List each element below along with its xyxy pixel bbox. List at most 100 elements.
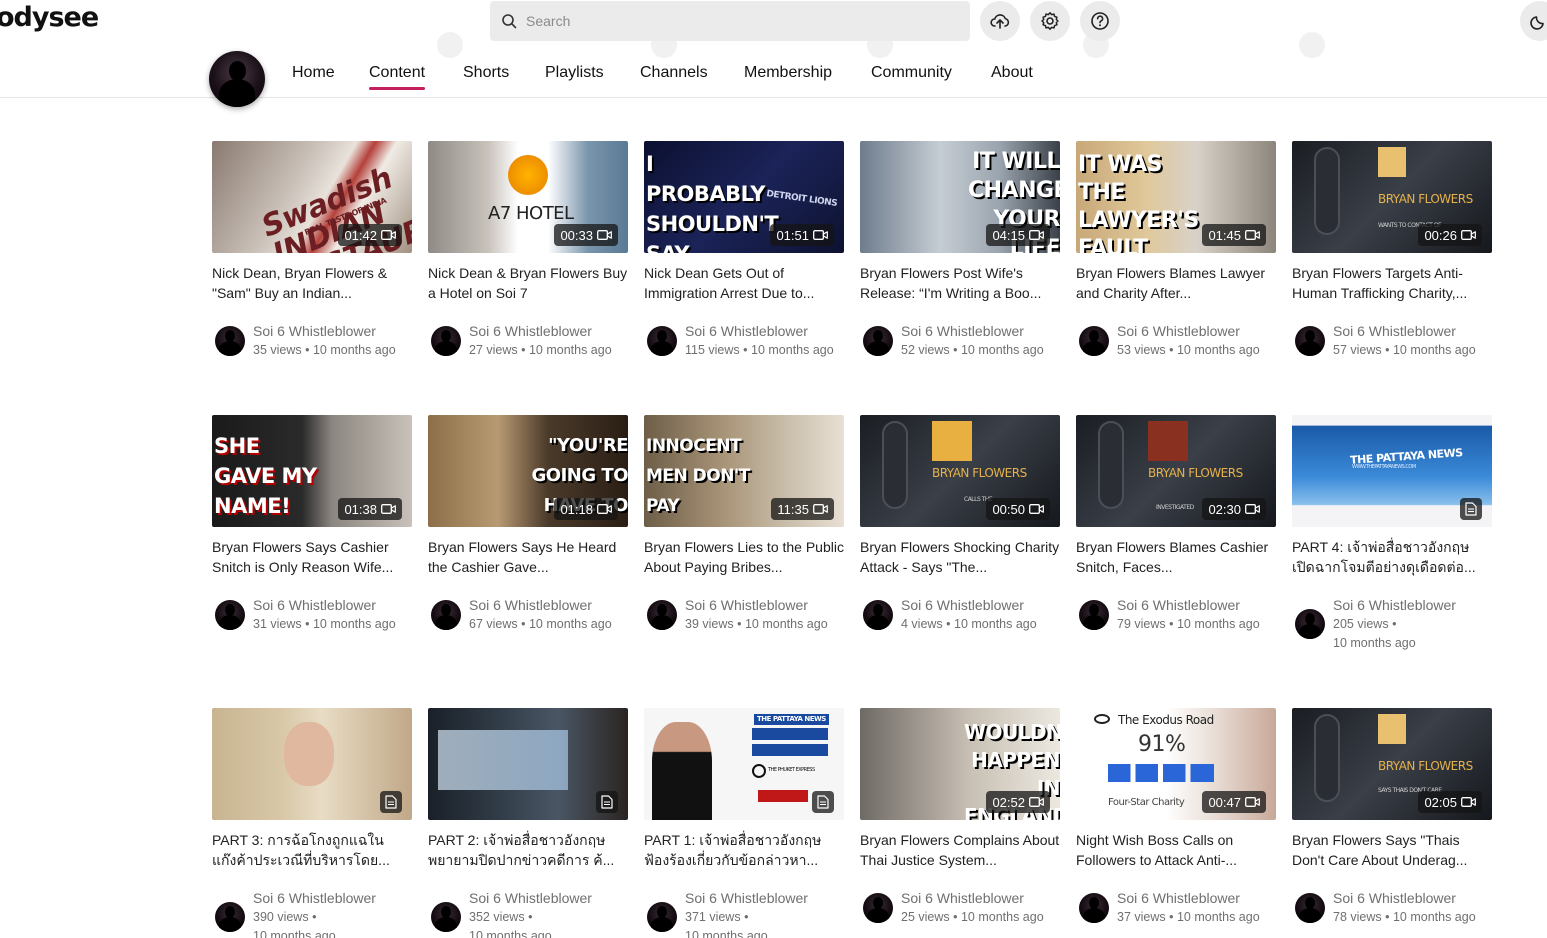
post-thumbnail[interactable] (428, 708, 628, 820)
channel-avatar-small[interactable] (1079, 600, 1109, 630)
video-thumbnail[interactable]: IT WILL CHANGE YOUR LIFE 04:15 (860, 141, 1060, 253)
channel-avatar-small[interactable] (647, 600, 677, 630)
channel-avatar-small[interactable] (431, 902, 461, 932)
channel-avatar-small[interactable] (863, 600, 893, 630)
tab-about[interactable]: About (991, 64, 1033, 82)
channel-name[interactable]: Soi 6 Whistleblower (685, 323, 808, 339)
video-card[interactable]: BRYAN FLOWERS WANTS TO CONTACT OF 00:26 … (1292, 141, 1492, 363)
tab-membership[interactable]: Membership (744, 64, 832, 82)
video-card[interactable]: "YOU'RE GOING TO HAVE TO PAY!" 01:18 Bry… (428, 415, 628, 637)
channel-name[interactable]: Soi 6 Whistleblower (253, 323, 376, 339)
settings-button[interactable] (1030, 1, 1070, 41)
video-thumbnail[interactable]: INNOCENT MEN DON'T PAY ANYTHING 11:35 (644, 415, 844, 527)
channel-name[interactable]: Soi 6 Whistleblower (1333, 323, 1456, 339)
channel-avatar[interactable] (209, 51, 265, 107)
video-thumbnail[interactable]: SHE GAVE MY NAME! 01:38 (212, 415, 412, 527)
video-title[interactable]: Nick Dean, Bryan Flowers & "Sam" Buy an … (212, 263, 412, 303)
channel-name[interactable]: Soi 6 Whistleblower (901, 890, 1024, 906)
tab-channels[interactable]: Channels (640, 64, 708, 82)
channel-name[interactable]: Soi 6 Whistleblower (253, 597, 376, 613)
video-card[interactable]: BRYAN FLOWERS INVESTIGATED 02:30 Bryan F… (1076, 415, 1276, 637)
post-title[interactable]: PART 2: เจ้าพ่อสื่อชาวอังกฤษ พยายามปิดปา… (428, 830, 628, 870)
video-card[interactable]: I PROBABLY SHOULDN'T SAY THIS DETROIT LI… (644, 141, 844, 363)
video-thumbnail[interactable]: BRYAN FLOWERS WANTS TO CONTACT OF 00:26 (1292, 141, 1492, 253)
video-card[interactable]: A7 HOTEL 00:33 Nick Dean & Bryan Flowers… (428, 141, 628, 363)
channel-avatar-small[interactable] (215, 902, 245, 932)
video-card[interactable]: IT WILL CHANGE YOUR LIFE 04:15 Bryan Flo… (860, 141, 1060, 363)
help-button[interactable] (1080, 1, 1120, 41)
video-card[interactable]: BRYAN FLOWERS CALLS THE 00:50 Bryan Flow… (860, 415, 1060, 637)
channel-avatar-small[interactable] (431, 600, 461, 630)
channel-name[interactable]: Soi 6 Whistleblower (469, 597, 592, 613)
post-title[interactable]: PART 4: เจ้าพ่อสื่อชาวอังกฤษ เปิดฉากโจมต… (1292, 537, 1492, 577)
channel-avatar-small[interactable] (647, 902, 677, 932)
video-title[interactable]: Bryan Flowers Blames Cashier Snitch, Fac… (1076, 537, 1276, 577)
video-title[interactable]: Bryan Flowers Targets Anti-Human Traffic… (1292, 263, 1492, 303)
video-title[interactable]: Bryan Flowers Lies to the Public About P… (644, 537, 844, 577)
tab-home[interactable]: Home (292, 64, 335, 82)
video-card[interactable]: IT WAS THE LAWYER'S FAULT 01:45 Bryan Fl… (1076, 141, 1276, 363)
channel-avatar-small[interactable] (1295, 326, 1325, 356)
channel-avatar-small[interactable] (431, 326, 461, 356)
channel-avatar-small[interactable] (1295, 893, 1325, 923)
video-thumbnail[interactable]: BRYAN FLOWERS CALLS THE 00:50 (860, 415, 1060, 527)
post-title[interactable]: PART 3: การฉ้อโกงถูกแฉใน แก๊งค้าประเวณีท… (212, 830, 412, 870)
video-thumbnail[interactable]: BRYAN FLOWERS SAYS THAIS DON'T CARE 02:0… (1292, 708, 1492, 820)
video-thumbnail[interactable]: I PROBABLY SHOULDN'T SAY THIS DETROIT LI… (644, 141, 844, 253)
video-title[interactable]: Bryan Flowers Says He Heard the Cashier … (428, 537, 628, 577)
post-card[interactable]: THE PATTAYA NEWS WWW.THEPATTAYANEWS.COM … (1292, 415, 1492, 650)
post-thumbnail[interactable]: THE PATTAYA NEWS WWW.THEPATTAYANEWS.COM (1292, 415, 1492, 527)
theme-toggle-button[interactable] (1520, 1, 1547, 41)
post-thumbnail[interactable]: THE PATTAYA NEWS THE PHUKET EXPRESS (644, 708, 844, 820)
odysee-logo[interactable]: odysee (0, 2, 99, 33)
video-card[interactable]: INNOCENT MEN DON'T PAY ANYTHING 11:35 Br… (644, 415, 844, 637)
post-title[interactable]: PART 1: เจ้าพ่อสื่อชาวอังกฤษ ฟ้องร้องเกี… (644, 830, 844, 870)
channel-name[interactable]: Soi 6 Whistleblower (469, 323, 592, 339)
video-title[interactable]: Nick Dean Gets Out of Immigration Arrest… (644, 263, 844, 303)
video-card[interactable]: BRYAN FLOWERS SAYS THAIS DON'T CARE 02:0… (1292, 708, 1492, 930)
channel-name[interactable]: Soi 6 Whistleblower (685, 890, 808, 906)
channel-avatar-small[interactable] (215, 600, 245, 630)
upload-button[interactable] (980, 1, 1020, 41)
video-title[interactable]: Bryan Flowers Says "Thais Don't Care Abo… (1292, 830, 1492, 870)
video-title[interactable]: Night Wish Boss Calls on Followers to At… (1076, 830, 1276, 870)
video-card[interactable]: SHE GAVE MY NAME! 01:38 Bryan Flowers Sa… (212, 415, 412, 637)
channel-name[interactable]: Soi 6 Whistleblower (1117, 323, 1240, 339)
channel-avatar-small[interactable] (863, 326, 893, 356)
tab-shorts[interactable]: Shorts (463, 64, 509, 82)
channel-name[interactable]: Soi 6 Whistleblower (685, 597, 808, 613)
channel-name[interactable]: Soi 6 Whistleblower (1117, 890, 1240, 906)
channel-avatar-small[interactable] (1079, 893, 1109, 923)
video-card[interactable]: WOULDN'T HAPPEN IN ENGLAND 02:52 Bryan F… (860, 708, 1060, 930)
tab-content[interactable]: Content (369, 64, 426, 90)
channel-avatar-small[interactable] (647, 326, 677, 356)
tab-playlists[interactable]: Playlists (545, 64, 604, 82)
channel-name[interactable]: Soi 6 Whistleblower (1333, 890, 1456, 906)
post-card[interactable]: PART 3: การฉ้อโกงถูกแฉใน แก๊งค้าประเวณีท… (212, 708, 412, 938)
video-card[interactable]: The Exodus Road 91% Four-Star Charity 00… (1076, 708, 1276, 930)
video-thumbnail[interactable]: BRYAN FLOWERS INVESTIGATED 02:30 (1076, 415, 1276, 527)
video-title[interactable]: Bryan Flowers Blames Lawyer and Charity … (1076, 263, 1276, 303)
tab-community[interactable]: Community (871, 64, 952, 82)
video-thumbnail[interactable]: The Exodus Road 91% Four-Star Charity 00… (1076, 708, 1276, 820)
video-title[interactable]: Bryan Flowers Complains About Thai Justi… (860, 830, 1060, 870)
channel-name[interactable]: Soi 6 Whistleblower (1117, 597, 1240, 613)
video-title[interactable]: Bryan Flowers Post Wife's Release: “I'm … (860, 263, 1060, 303)
video-thumbnail[interactable]: Swadish INDIAN RESTAURANT REAL TASTE OF … (212, 141, 412, 253)
channel-name[interactable]: Soi 6 Whistleblower (901, 323, 1024, 339)
post-card[interactable]: PART 2: เจ้าพ่อสื่อชาวอังกฤษ พยายามปิดปา… (428, 708, 628, 938)
post-card[interactable]: THE PATTAYA NEWS THE PHUKET EXPRESS PART… (644, 708, 844, 938)
video-title[interactable]: Nick Dean & Bryan Flowers Buy a Hotel on… (428, 263, 628, 303)
channel-name[interactable]: Soi 6 Whistleblower (253, 890, 376, 906)
channel-name[interactable]: Soi 6 Whistleblower (469, 890, 592, 906)
video-thumbnail[interactable]: "YOU'RE GOING TO HAVE TO PAY!" 01:18 (428, 415, 628, 527)
channel-avatar-small[interactable] (1079, 326, 1109, 356)
video-thumbnail[interactable]: IT WAS THE LAWYER'S FAULT 01:45 (1076, 141, 1276, 253)
search-input[interactable] (526, 13, 946, 29)
channel-name[interactable]: Soi 6 Whistleblower (1333, 597, 1456, 613)
channel-avatar-small[interactable] (215, 326, 245, 356)
video-title[interactable]: Bryan Flowers Says Cashier Snitch is Onl… (212, 537, 412, 577)
video-card[interactable]: Swadish INDIAN RESTAURANT REAL TASTE OF … (212, 141, 412, 363)
video-thumbnail[interactable]: A7 HOTEL 00:33 (428, 141, 628, 253)
video-title[interactable]: Bryan Flowers Shocking Charity Attack - … (860, 537, 1060, 577)
